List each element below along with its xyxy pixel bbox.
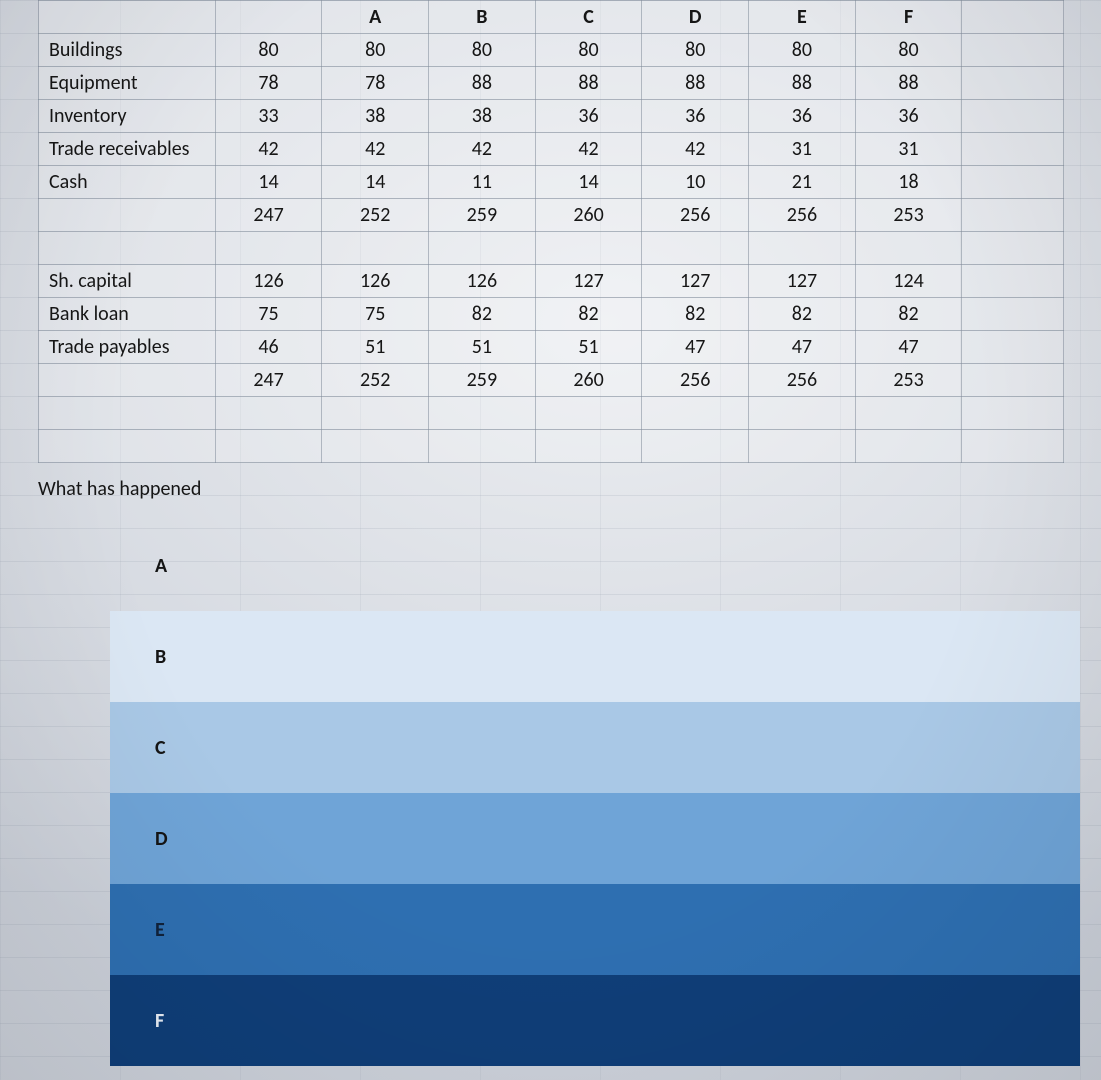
assets-total-row: 247 252 259 260 256 256 253 <box>39 199 1064 232</box>
table-row: Trade receivables 42 42 42 42 42 31 31 <box>39 133 1064 166</box>
band-label: B <box>155 645 166 669</box>
hdr-C[interactable]: C <box>535 1 642 34</box>
table-row: Inventory 33 38 38 36 36 36 36 <box>39 100 1064 133</box>
trailing-col[interactable] <box>962 1 1064 34</box>
table-row: Trade payables 46 51 51 51 47 47 47 <box>39 331 1064 364</box>
hdr-blank-2[interactable] <box>215 1 322 34</box>
row-label[interactable]: Inventory <box>39 100 216 133</box>
hdr-D[interactable]: D <box>642 1 749 34</box>
row-label[interactable]: Trade payables <box>39 331 216 364</box>
table-row: Bank loan 75 75 82 82 82 82 82 <box>39 298 1064 331</box>
answer-bands: A B C D E F <box>110 520 1080 1066</box>
table-row: Cash 14 14 11 14 10 21 18 <box>39 166 1064 199</box>
table-row: Equipment 78 78 88 88 88 88 88 <box>39 67 1064 100</box>
balance-table[interactable]: A B C D E F Buildings 80 80 80 80 80 80 … <box>38 0 1064 463</box>
band-F[interactable]: F <box>110 975 1080 1066</box>
band-label: F <box>155 1009 164 1033</box>
hdr-blank-1[interactable] <box>39 1 216 34</box>
row-label[interactable]: Buildings <box>39 34 216 67</box>
hdr-A[interactable]: A <box>322 1 429 34</box>
band-label: D <box>155 827 168 851</box>
table-row: Sh. capital 126 126 126 127 127 127 124 <box>39 265 1064 298</box>
band-C[interactable]: C <box>110 702 1080 793</box>
header-row: A B C D E F <box>39 1 1064 34</box>
band-B[interactable]: B <box>110 611 1080 702</box>
spacer-row <box>39 397 1064 430</box>
equity-total-row: 247 252 259 260 256 256 253 <box>39 364 1064 397</box>
hdr-F[interactable]: F <box>855 1 962 34</box>
row-label[interactable]: Equipment <box>39 67 216 100</box>
band-label: C <box>155 736 166 760</box>
row-label[interactable]: Sh. capital <box>39 265 216 298</box>
band-A[interactable]: A <box>110 520 1080 611</box>
spacer-row <box>39 232 1064 265</box>
table-row: Buildings 80 80 80 80 80 80 80 <box>39 34 1064 67</box>
question-text: What has happened <box>38 477 201 501</box>
row-label[interactable]: Bank loan <box>39 298 216 331</box>
band-label: E <box>155 918 165 942</box>
row-label[interactable]: Cash <box>39 166 216 199</box>
hdr-B[interactable]: B <box>429 1 536 34</box>
band-label: A <box>155 554 167 578</box>
spacer-row <box>39 430 1064 463</box>
band-D[interactable]: D <box>110 793 1080 884</box>
band-E[interactable]: E <box>110 884 1080 975</box>
hdr-E[interactable]: E <box>749 1 856 34</box>
row-label[interactable]: Trade receivables <box>39 133 216 166</box>
